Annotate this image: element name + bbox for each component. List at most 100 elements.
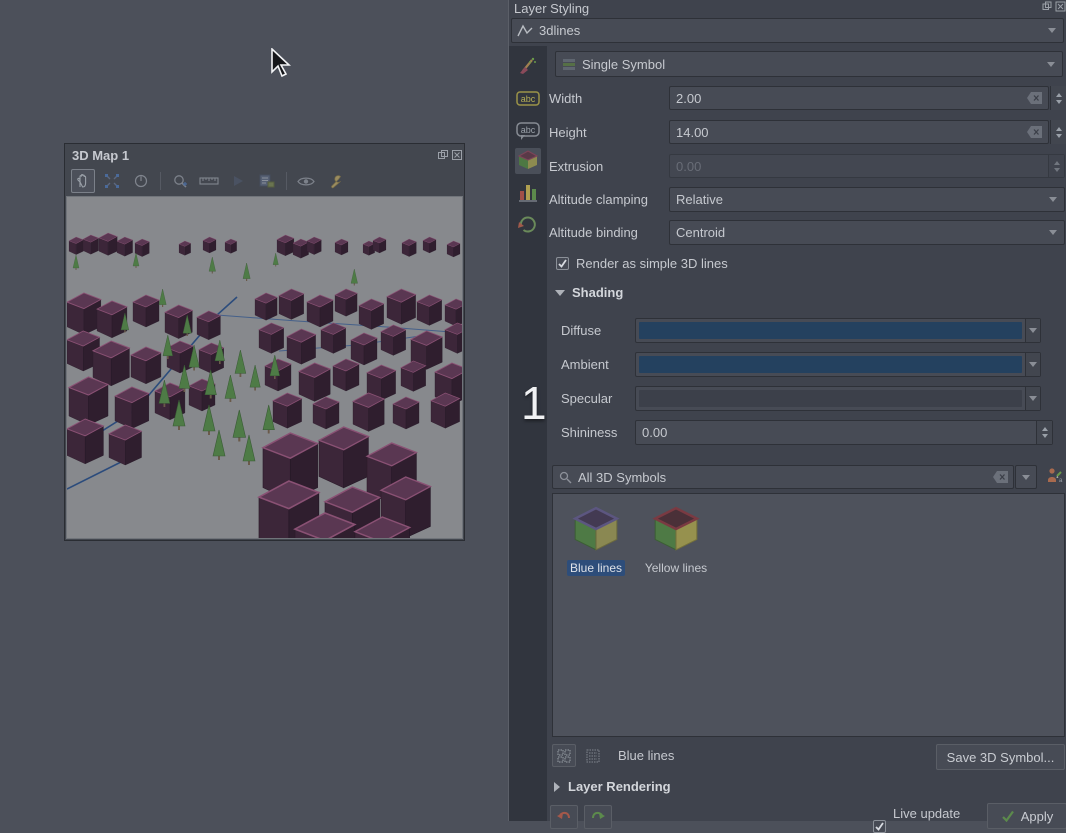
- width-label: Width: [549, 91, 582, 106]
- chevron-down-icon: [1049, 197, 1057, 202]
- expand-arrow-icon: [554, 782, 560, 792]
- close-icon[interactable]: [451, 149, 463, 161]
- icon-view-icon[interactable]: [552, 744, 576, 767]
- chevron-down-icon[interactable]: [1025, 319, 1040, 342]
- height-spinner[interactable]: [1050, 120, 1066, 144]
- tab-3d-view[interactable]: [515, 148, 541, 174]
- layer-selector-value: 3dlines: [533, 23, 1044, 38]
- ambient-color-swatch: [639, 356, 1022, 373]
- ambient-color-button[interactable]: [635, 352, 1041, 377]
- symbol-item-yellow-lines[interactable]: Yellow lines: [641, 504, 711, 576]
- specular-color-button[interactable]: [635, 386, 1041, 411]
- chevron-down-icon: [1049, 230, 1057, 235]
- close-icon[interactable]: [1055, 1, 1066, 13]
- symbol-item-label: Blue lines: [567, 560, 625, 576]
- float-icon[interactable]: [437, 149, 449, 161]
- panel-title: Layer Styling: [514, 1, 589, 16]
- render-simple-3d-lines-label: Render as simple 3D lines: [576, 256, 728, 271]
- orbit-icon[interactable]: [129, 169, 153, 193]
- filter-dropdown-button[interactable]: [1015, 465, 1037, 489]
- chevron-down-icon: [1047, 62, 1055, 67]
- renderer-selector[interactable]: Single Symbol: [555, 51, 1063, 77]
- diffuse-color-button[interactable]: [635, 318, 1041, 343]
- tab-history[interactable]: [515, 212, 541, 238]
- current-symbol-name: Blue lines: [618, 748, 674, 763]
- height-label: Height: [549, 125, 587, 140]
- yellow-lines-cube-icon: [651, 542, 701, 557]
- altitude-binding-label: Altitude binding: [549, 225, 638, 240]
- specular-color-swatch: [639, 390, 1022, 407]
- svg-text:abc: abc: [521, 94, 536, 104]
- map-toolbar: [71, 168, 347, 194]
- symbol-filter-input[interactable]: All 3D Symbols: [552, 465, 1014, 489]
- chevron-down-icon: [1048, 28, 1056, 33]
- apply-button[interactable]: Apply: [987, 803, 1066, 829]
- chevron-down-icon: [1022, 475, 1030, 480]
- tab-labels[interactable]: abc: [515, 87, 541, 113]
- labels-abc-icon: abc: [516, 90, 540, 110]
- apply-check-icon: [1001, 810, 1015, 822]
- shininess-spinner[interactable]: [1036, 421, 1052, 444]
- extrusion-label: Extrusion: [549, 159, 603, 174]
- identify-icon[interactable]: [168, 169, 192, 193]
- diffuse-label: Diffuse: [561, 323, 601, 338]
- tab-symbology[interactable]: [515, 52, 541, 78]
- shininess-field[interactable]: 0.00: [635, 420, 1053, 445]
- layer-rendering-section-header[interactable]: Layer Rendering: [554, 779, 671, 794]
- blue-lines-cube-icon: [571, 542, 621, 557]
- styling-tab-strip: abc abc: [509, 46, 547, 821]
- export-scene-icon[interactable]: [255, 169, 279, 193]
- extrusion-field: 0.00: [669, 154, 1065, 178]
- width-spinner[interactable]: [1050, 86, 1066, 110]
- width-field[interactable]: 2.00: [669, 86, 1049, 110]
- altitude-clamping-select[interactable]: Relative: [669, 187, 1065, 212]
- tab-mask[interactable]: abc: [515, 120, 541, 146]
- toolbar-separator: [160, 172, 161, 190]
- 3d-scene-viewport[interactable]: [66, 196, 463, 539]
- style-manager-icon[interactable]: a: [1046, 466, 1064, 487]
- toolbar-separator: [286, 172, 287, 190]
- renderer-value: Single Symbol: [576, 57, 1043, 72]
- tab-diagrams[interactable]: [515, 180, 541, 206]
- history-icon: [517, 213, 539, 238]
- symbol-item-blue-lines[interactable]: Blue lines: [561, 504, 631, 576]
- diagrams-icon: [517, 181, 539, 206]
- measure-icon[interactable]: [197, 169, 221, 193]
- camera-pan-icon[interactable]: [71, 169, 95, 193]
- float-icon[interactable]: [1042, 1, 1054, 13]
- chevron-down-icon[interactable]: [1025, 387, 1040, 410]
- shading-section-header[interactable]: Shading: [555, 285, 623, 300]
- configure-wrench-icon[interactable]: [323, 169, 347, 193]
- svg-text:a: a: [1059, 478, 1063, 484]
- height-field[interactable]: 14.00: [669, 120, 1049, 144]
- search-icon: [559, 471, 572, 484]
- redo-button[interactable]: [584, 805, 612, 829]
- collapse-arrow-icon: [555, 290, 565, 296]
- live-update-label: Live update: [893, 806, 960, 821]
- symbol-item-label: Yellow lines: [642, 560, 710, 576]
- paintbrush-icon: [517, 53, 539, 78]
- clear-field-icon[interactable]: [1027, 92, 1042, 104]
- symbol-list[interactable]: Blue lines Yellow lines: [552, 493, 1065, 737]
- effects-eye-icon[interactable]: [294, 169, 318, 193]
- polyline-layer-icon: [517, 23, 533, 39]
- map-window: 3D Map 1: [64, 143, 465, 541]
- live-update-checkbox[interactable]: [873, 820, 886, 833]
- layer-selector[interactable]: 3dlines: [511, 18, 1064, 43]
- play-animation-icon[interactable]: [226, 169, 250, 193]
- svg-text:abc: abc: [521, 125, 536, 135]
- chevron-down-icon[interactable]: [1025, 353, 1040, 376]
- render-simple-3d-lines-checkbox[interactable]: [556, 257, 569, 270]
- altitude-binding-select[interactable]: Centroid: [669, 220, 1065, 245]
- clear-field-icon[interactable]: [993, 471, 1008, 483]
- clear-field-icon[interactable]: [1027, 126, 1042, 138]
- list-view-icon[interactable]: [581, 744, 605, 767]
- undo-button[interactable]: [550, 805, 578, 829]
- mouse-cursor-icon: [270, 48, 294, 81]
- cube-3d-icon: [517, 149, 539, 174]
- zoom-full-icon[interactable]: [100, 169, 124, 193]
- extrusion-spinner: [1048, 155, 1064, 177]
- save-3d-symbol-button[interactable]: Save 3D Symbol...: [936, 744, 1065, 770]
- shininess-label: Shininess: [561, 425, 617, 440]
- map-window-title: 3D Map 1: [72, 148, 129, 163]
